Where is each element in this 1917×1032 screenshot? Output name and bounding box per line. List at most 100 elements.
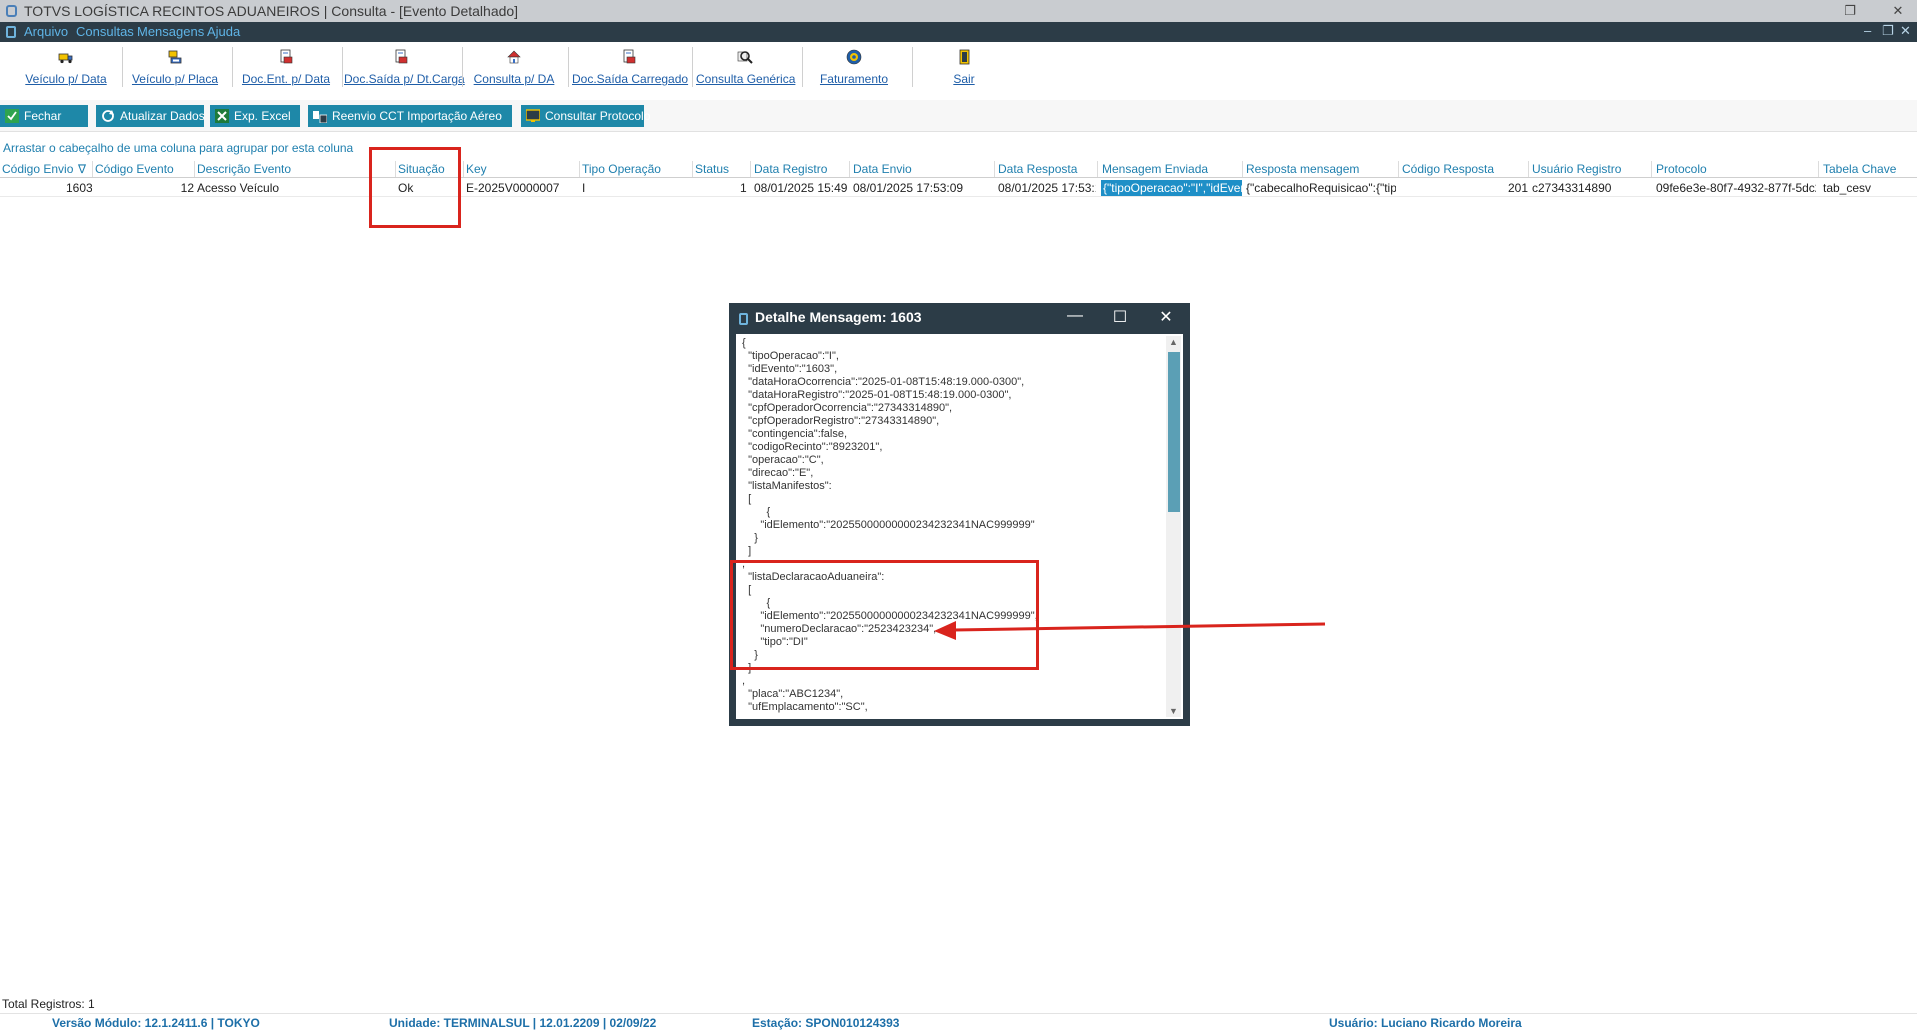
cell-descricao-evento[interactable]: Acesso Veículo (197, 181, 393, 195)
tool-label: Consulta p/ DA (473, 72, 555, 86)
atualizar-dados-button[interactable]: Atualizar Dados (96, 105, 205, 127)
col-mensagem-enviada[interactable]: Mensagem Enviada (1102, 162, 1208, 176)
cell-tipo-operacao[interactable]: I (582, 181, 690, 195)
column-divider[interactable] (849, 161, 850, 177)
dialog-vertical-scrollbar[interactable]: ▲ ▼ (1166, 336, 1181, 717)
fechar-label: Fechar (24, 109, 62, 123)
menu-consultas[interactable]: Consultas (76, 24, 134, 39)
group-by-hint[interactable]: Arrastar o cabeçalho de uma coluna para … (3, 141, 353, 155)
col-status[interactable]: Status (695, 162, 729, 176)
tool-sair[interactable]: Sair (916, 46, 1012, 90)
column-divider[interactable] (194, 161, 195, 177)
cell-codigo-resposta[interactable]: 201 (1508, 181, 1528, 195)
atualizar-dados-label: Atualizar Dados (120, 109, 205, 123)
dialog-maximize-icon[interactable]: ☐ (1106, 307, 1134, 329)
column-divider[interactable] (463, 161, 464, 177)
reenvio-cct-label: Reenvio CCT Importação Aéreo (332, 109, 502, 123)
tool-veiculo-placa[interactable]: Veículo p/ Placa (126, 46, 224, 90)
column-divider[interactable] (579, 161, 580, 177)
menu-app-icon[interactable] (6, 26, 16, 38)
cell-tabela-chave[interactable]: tab_cesv (1823, 181, 1913, 195)
action-bar: Fechar Atualizar Dados Exp. Excel Reenvi… (0, 100, 1917, 132)
exp-excel-button[interactable]: Exp. Excel (210, 105, 300, 127)
tool-label: Sair (953, 72, 975, 86)
cell-key[interactable]: E-2025V0000007 (466, 181, 577, 195)
tool-consulta-generica[interactable]: Consulta Genérica (696, 46, 795, 90)
window-title-bar: TOTVS LOGÍSTICA RECINTOS ADUANEIROS | Co… (0, 0, 1917, 22)
cell-data-resposta[interactable]: 08/01/2025 17:53:12 (998, 181, 1096, 195)
scroll-up-arrow-icon[interactable]: ▲ (1166, 337, 1181, 347)
toolbar-divider (122, 47, 123, 87)
scroll-down-arrow-icon[interactable]: ▼ (1166, 706, 1181, 716)
mdi-restore-icon[interactable]: ❐ (1882, 23, 1894, 39)
col-data-envio[interactable]: Data Envio (853, 162, 912, 176)
tool-consulta-da[interactable]: Consulta p/ DA (466, 46, 562, 90)
column-divider[interactable] (1398, 161, 1399, 177)
dialog-close-icon[interactable]: ✕ (1152, 307, 1180, 329)
column-divider[interactable] (1097, 161, 1098, 177)
scroll-thumb[interactable] (1168, 352, 1180, 512)
tool-doc-saida-dtcarga[interactable]: Doc.Saída p/ Dt.Carga (344, 46, 465, 90)
col-tipo-operacao[interactable]: Tipo Operação (582, 162, 661, 176)
document-exit-icon (395, 49, 408, 64)
cell-status[interactable]: 1 (740, 181, 750, 195)
tool-label: Doc.Ent. p/ Data (241, 72, 331, 86)
col-descricao-evento[interactable]: Descrição Evento (197, 162, 291, 176)
col-data-resposta[interactable]: Data Resposta (998, 162, 1077, 176)
tool-faturamento[interactable]: Faturamento (806, 46, 902, 90)
col-usuario-registro[interactable]: Usuário Registro (1532, 162, 1621, 176)
sort-filter-icon[interactable]: ∇ (78, 162, 86, 176)
tool-label: Doc.Saída p/ Dt.Carga (344, 72, 465, 86)
column-divider[interactable] (1242, 161, 1243, 177)
fechar-button[interactable]: Fechar (0, 105, 88, 127)
annotation-arrow (934, 621, 1326, 640)
tool-label: Doc.Saída Carregado (572, 72, 689, 86)
cell-data-registro[interactable]: 08/01/2025 15:49:19 (754, 181, 848, 195)
column-divider[interactable] (994, 161, 995, 177)
cell-codigo-envio[interactable]: 1603 (66, 181, 92, 195)
cell-protocolo[interactable]: 09fe6e3e-80f7-4932-877f-5dc207 (1656, 181, 1816, 195)
column-divider[interactable] (750, 161, 751, 177)
consultar-protocolo-button[interactable]: Consultar Protocolo (521, 105, 650, 127)
col-codigo-evento[interactable]: Código Evento (95, 162, 174, 176)
column-divider[interactable] (1818, 161, 1819, 177)
column-divider[interactable] (92, 161, 93, 177)
cell-codigo-evento[interactable]: 12 (180, 181, 194, 195)
dialog-title: Detalhe Mensagem: 1603 (755, 309, 922, 325)
cell-data-envio[interactable]: 08/01/2025 17:53:09 (853, 181, 992, 195)
col-tabela-chave[interactable]: Tabela Chave (1823, 162, 1896, 176)
col-key[interactable]: Key (466, 162, 487, 176)
truck-icon (58, 53, 73, 64)
menu-ajuda[interactable]: Ajuda (207, 24, 240, 39)
mdi-minimize-icon[interactable]: – (1864, 23, 1871, 38)
menu-arquivo[interactable]: Arquivo (24, 24, 68, 39)
table-row[interactable]: 1603 12 Acesso Veículo Ok E-2025V0000007… (0, 179, 1917, 197)
mdi-close-icon[interactable]: ✕ (1900, 23, 1911, 39)
col-protocolo[interactable]: Protocolo (1656, 162, 1707, 176)
column-divider[interactable] (692, 161, 693, 177)
grid-header: Código Envio ∇ Código Evento Descrição E… (0, 160, 1917, 178)
col-codigo-envio[interactable]: Código Envio (2, 162, 73, 176)
restore-window-icon[interactable]: ❐ (1832, 0, 1868, 22)
annotation-box-situacao (369, 147, 461, 228)
column-divider[interactable] (1651, 161, 1652, 177)
tool-doc-saida-carregado[interactable]: Doc.Saída Carregado (572, 46, 689, 90)
tool-doc-ent-data[interactable]: Doc.Ent. p/ Data (236, 46, 336, 90)
cell-mensagem-enviada[interactable]: {"tipoOperacao":"I","idEvento" (1101, 180, 1242, 196)
status-unidade: Unidade: TERMINALSUL | 12.01.2209 | 02/0… (389, 1016, 657, 1030)
close-window-icon[interactable]: ✕ (1880, 0, 1916, 22)
menu-mensagens[interactable]: Mensagens (137, 24, 204, 39)
status-estacao: Estação: SPON010124393 (752, 1016, 900, 1030)
tool-veiculo-data[interactable]: Veículo p/ Data (14, 46, 118, 90)
dialog-minimize-icon[interactable]: — (1061, 307, 1089, 329)
col-codigo-resposta[interactable]: Código Resposta (1402, 162, 1494, 176)
col-resposta-mensagem[interactable]: Resposta mensagem (1246, 162, 1359, 176)
tool-label: Veículo p/ Placa (131, 72, 219, 86)
status-usuario: Usuário: Luciano Ricardo Moreira (1329, 1016, 1522, 1030)
reenvio-cct-button[interactable]: Reenvio CCT Importação Aéreo (308, 105, 512, 127)
col-data-registro[interactable]: Data Registro (754, 162, 827, 176)
column-divider[interactable] (1528, 161, 1529, 177)
dialog-app-icon (739, 313, 748, 325)
cell-usuario-registro[interactable]: c27343314890 (1532, 181, 1650, 195)
cell-resposta-mensagem[interactable]: {"cabecalhoRequisicao":{"tipoOp (1246, 181, 1396, 195)
